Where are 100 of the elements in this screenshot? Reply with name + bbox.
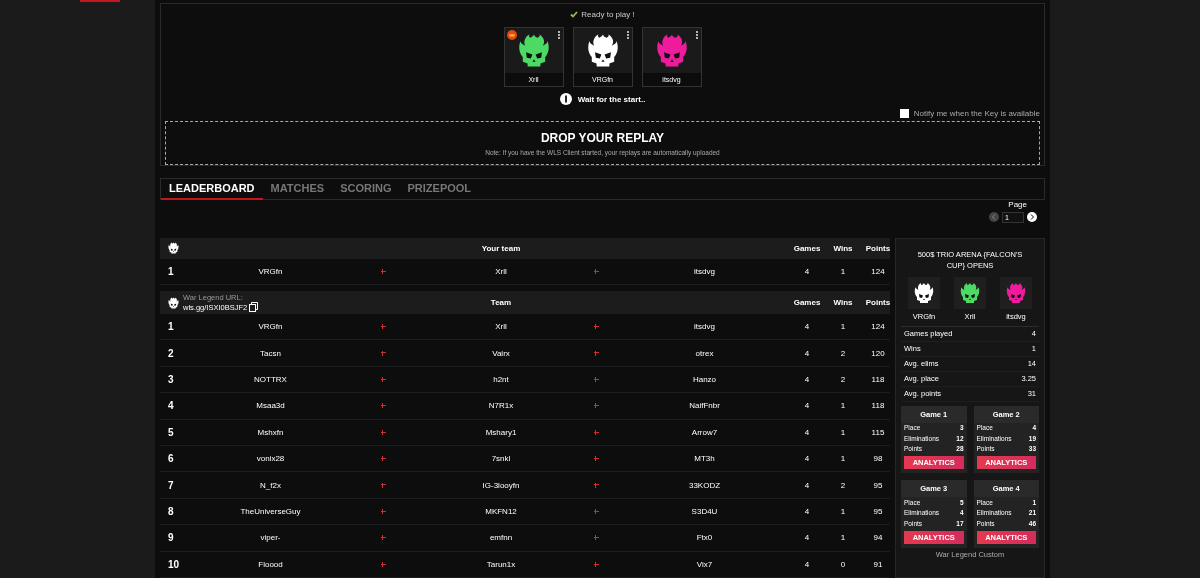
column-header: Wins [832,298,854,308]
player-name: Arrow7 [690,427,719,437]
wins-value: 2 [839,375,847,385]
points-value: 95 [872,507,884,516]
tab[interactable]: MATCHES [262,179,333,200]
player-name: MT3h [693,454,716,464]
points-value: 118 [870,401,886,411]
more-icon[interactable] [557,31,560,39]
player-name: Ftx0 [695,533,714,543]
player-name: VRGfn [257,322,284,332]
games-value: 4 [803,559,811,569]
player-name: TheUniverseGuy [239,507,302,516]
plus-icon [380,403,386,409]
plus-icon [380,456,386,462]
plus-icon [380,429,386,435]
plus-icon [593,377,599,383]
player-name: VRGfn [257,266,284,276]
player-name: itsdvg [693,266,716,276]
wait-text: Wait for the start.. [577,94,646,104]
points-value: 95 [872,480,884,490]
player-name: h2nt [492,375,510,385]
rank: 6 [168,453,174,465]
plus-icon [380,509,386,514]
player-name: 33KODZ [687,480,722,490]
rank: 10 [168,558,180,570]
rank: 8 [168,506,174,517]
games-value: 4 [803,401,811,411]
plus-icon [380,535,386,541]
wins-value: 1 [839,454,847,464]
player-name: NOTTRX [253,375,288,385]
plus-icon [593,324,599,330]
player-name: Floood [257,559,284,569]
tab[interactable]: LEADERBOARD [161,179,263,200]
player-name: Mshary1 [484,427,518,437]
player-name: Tacsn [259,348,282,358]
more-icon[interactable] [695,31,698,39]
player-name: Vairx [491,348,511,358]
player-name: Xrll [494,322,508,332]
plus-icon [593,482,599,488]
alert-icon [559,93,572,105]
player-name: emfnn [488,533,514,543]
plus-icon [380,350,386,356]
more-icon[interactable] [626,31,629,39]
player-name: NaifFnbr [688,401,721,411]
player-name: Vix7 [695,559,714,569]
player-name: Msaa3d [255,401,286,411]
plus-icon [380,561,386,567]
games-value: 4 [803,322,811,332]
notify-label: Notify me when the Key is available [913,109,1040,118]
player-name: otrex [694,348,715,358]
points-value: 98 [872,454,884,464]
column-header: Team [489,298,513,308]
plus-icon [593,509,599,514]
wins-value: 1 [839,427,847,437]
wins-value: 1 [839,533,847,543]
check-icon [570,11,579,18]
games-value: 4 [803,348,811,358]
tab[interactable]: SCORING [332,179,400,200]
rank: 2 [168,347,174,359]
flame-skull-icon [168,242,179,255]
wins-value: 0 [839,559,847,569]
next-page-icon[interactable] [1027,212,1037,223]
rank: 1 [168,321,174,333]
copy-icon[interactable] [249,302,259,313]
plus-icon [593,403,599,409]
checkbox[interactable] [899,109,909,118]
player-name: Tarun1x [485,559,517,569]
wins-value: 1 [839,266,847,276]
column-header: Your team [480,243,522,253]
plus-icon [593,456,599,462]
rank: 9 [168,532,174,544]
drop-title: DROP YOUR REPLAY [540,130,665,145]
games-value: 4 [803,533,811,543]
wins-value: 2 [839,480,847,490]
prev-page-icon[interactable] [989,212,999,223]
points-value: 124 [870,322,886,332]
rank: 3 [168,374,174,386]
plus-icon [593,350,599,356]
status-text: Ready to play ! [581,10,635,19]
rank: 4 [168,400,174,412]
games-value: 4 [803,454,811,464]
column-header: Games [792,243,822,253]
games-value: 4 [803,266,811,276]
games-value: 4 [803,375,811,385]
points-value: 124 [870,266,886,276]
plus-icon [593,429,599,435]
points-value: 118 [870,375,886,385]
tab[interactable]: PRIZEPOOL [399,179,480,200]
column-header: Points [864,298,892,308]
rank: 5 [168,426,174,438]
plus-icon [380,324,386,330]
column-header: Wins [832,243,854,253]
wins-value: 1 [839,322,847,332]
column-header: Games [792,298,822,308]
plus-icon [380,377,386,383]
column-header: Points [864,243,892,253]
player-name: Mshxfn [256,427,285,437]
plus-icon [380,268,386,274]
player-name: vonix28 [255,454,286,464]
points-value: 91 [872,559,884,569]
